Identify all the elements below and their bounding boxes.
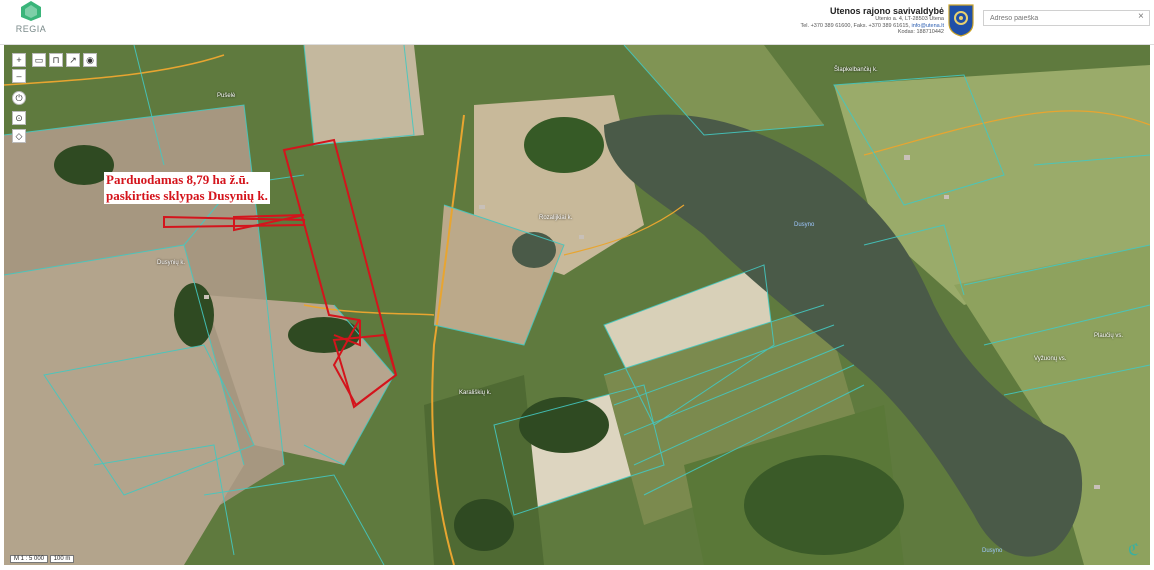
place-label: Pušelė — [217, 93, 236, 99]
scale-bar: M 1 : 5 000 100 m — [10, 555, 75, 563]
municipality-info: Utenos rajono savivaldybė Utenio a. 4, L… — [800, 6, 944, 36]
aerial-map — [4, 45, 1150, 565]
scale-distance: 100 m — [49, 555, 75, 563]
lock-icon[interactable]: ⊓ — [49, 53, 63, 67]
logo-text: REGIA — [15, 24, 47, 34]
place-label: Šlapkelbančių k. — [834, 67, 878, 73]
layers-icon[interactable]: ▭ — [32, 53, 46, 67]
sale-annotation: Parduodamas 8,79 ha ž.ū. paskirties skly… — [104, 172, 270, 204]
lake-label: Dusyno — [794, 222, 815, 228]
scale-ratio: M 1 : 5 000 — [10, 555, 49, 563]
attribution-icon: ℭ — [1128, 542, 1140, 559]
measure-icon[interactable]: ⊙ — [12, 111, 26, 125]
place-label: Rozalijkiai k. — [539, 215, 573, 221]
municipality-crest-icon — [948, 4, 974, 37]
tag-icon[interactable]: ◇ — [12, 129, 26, 143]
sale-annotation-line-1: Parduodamas 8,79 ha ž.ū. — [106, 172, 250, 187]
lake-label: Dusyno — [982, 548, 1003, 554]
locate-icon[interactable]: ◉ — [83, 53, 97, 67]
sale-annotation-line-2: paskirties sklypas Dusynių k. — [106, 188, 268, 203]
address-search-input[interactable] — [983, 10, 1150, 26]
municipality-email-link[interactable]: info@utena.lt — [912, 23, 945, 29]
zoom-out-button[interactable]: – — [12, 69, 26, 83]
share-icon[interactable]: ↗ — [66, 53, 80, 67]
municipality-code: Kodas: 188710442 — [897, 29, 944, 35]
top-bar: REGIA Utenos rajono savivaldybė Utenio a… — [0, 0, 1154, 45]
municipality-title: Utenos rajono savivaldybė — [829, 6, 944, 16]
place-label: Plaučių vs. — [1094, 333, 1124, 339]
map-view[interactable]: + – ▭ ⊓ ↗ ◉ ⏻ ⊙ ◇ Parduodamas 8,79 ha ž.… — [4, 45, 1150, 565]
search-clear-button[interactable]: × — [1138, 11, 1144, 22]
place-label: Karališkių k. — [459, 390, 492, 396]
municipality-contacts: Tel. +370 389 61600, Faks. +370 389 6161… — [800, 22, 910, 29]
regia-logo[interactable]: REGIA — [14, 0, 48, 42]
place-label: Vyžuonų vs. — [1034, 356, 1067, 362]
zoom-in-button[interactable]: + — [12, 53, 26, 67]
regia-logo-icon — [21, 1, 41, 21]
place-label: Dusynių k. — [157, 260, 186, 266]
power-icon[interactable]: ⏻ — [12, 91, 26, 105]
